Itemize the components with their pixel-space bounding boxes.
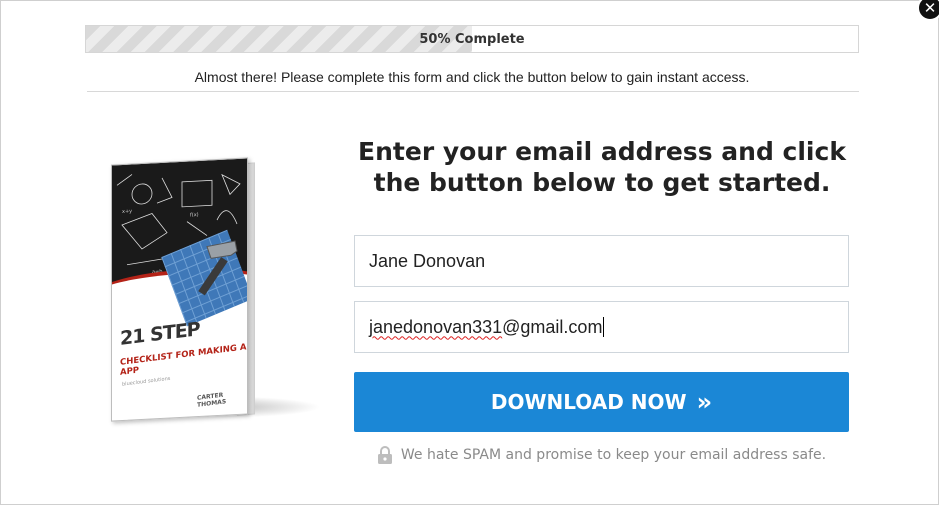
book-author: CARTER THOMAS <box>197 391 227 409</box>
text-caret <box>603 317 605 337</box>
name-input[interactable]: Jane Donovan <box>354 235 849 287</box>
heading-line-1: Enter your email address and click <box>358 137 846 166</box>
hammer-graphic <box>198 240 238 296</box>
optin-modal: 50% Complete Almost there! Please comple… <box>0 0 939 505</box>
progress-label: 50% Complete <box>419 31 525 47</box>
email-input[interactable]: janedonovan331 @gmail.com <box>354 301 849 353</box>
form-instructions: Almost there! Please complete this form … <box>194 69 750 85</box>
form-heading: Enter your email address and click the b… <box>355 136 849 198</box>
name-input-value: Jane Donovan <box>369 250 486 271</box>
svg-text:x+y: x+y <box>122 208 132 215</box>
email-input-domain: @gmail.com <box>502 316 603 337</box>
privacy-text: We hate SPAM and promise to keep your em… <box>400 447 827 463</box>
privacy-note: We hate SPAM and promise to keep your em… <box>354 445 849 465</box>
divider <box>87 91 859 92</box>
double-chevron-right-icon: » <box>696 388 713 416</box>
book-title: 21 STEP <box>120 318 200 350</box>
download-now-button[interactable]: DOWNLOAD NOW » <box>354 372 849 432</box>
email-input-local-part: janedonovan331 <box>369 316 503 337</box>
book-brand: bluecloud solutions <box>122 375 171 388</box>
heading-line-2: the button below to get started. <box>373 168 831 197</box>
book-front-cover: x+y f(x) a=b 21 STEP CHECKLIST FOR MAKIN… <box>111 157 248 422</box>
download-button-label: DOWNLOAD NOW <box>490 390 687 414</box>
ebook-cover-image: x+y f(x) a=b 21 STEP CHECKLIST FOR MAKIN… <box>101 151 326 436</box>
svg-text:f(x): f(x) <box>190 212 199 218</box>
lock-icon <box>377 446 392 464</box>
progress-bar: 50% Complete <box>85 25 859 53</box>
